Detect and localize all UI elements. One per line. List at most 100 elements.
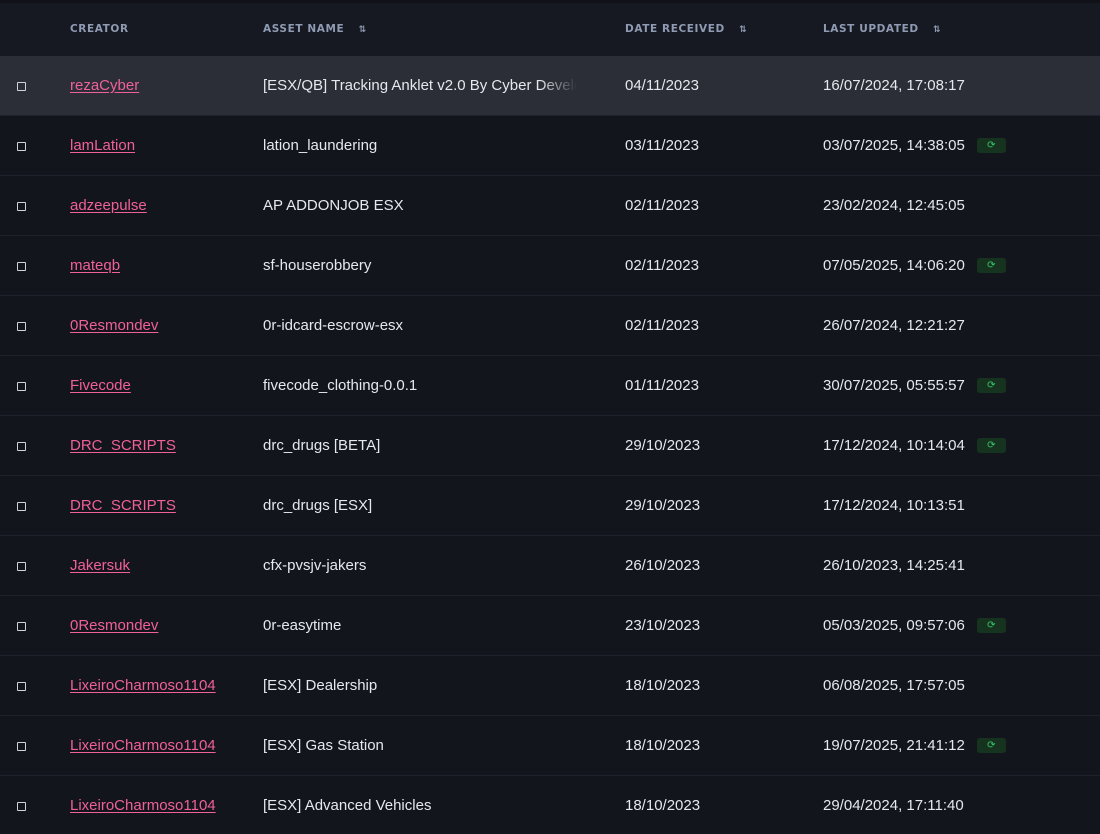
creator-link[interactable]: LixeiroCharmoso1104 [70, 797, 216, 814]
last-updated: 16/07/2024, 17:08:17 [823, 77, 965, 94]
refresh-icon: ⟳ [987, 379, 996, 391]
recent-update-badge: ⟳ [976, 258, 1006, 273]
creator-link[interactable]: LixeiroCharmoso1104 [70, 737, 216, 754]
row-checkbox[interactable] [17, 82, 26, 91]
last-updated: 17/12/2024, 10:14:04 [823, 437, 965, 454]
asset-name: sf-houserobbery [263, 257, 372, 274]
refresh-icon: ⟳ [987, 619, 996, 631]
asset-name: lation_laundering [263, 137, 378, 154]
table-row[interactable]: DRC_SCRIPTS drc_drugs [ESX] 29/10/2023 17/1… [0, 476, 1100, 536]
date-received: 29/10/2023 [625, 437, 701, 454]
asset-name: 0r-idcard-escrow-esx [263, 317, 404, 334]
column-header-last-updated[interactable]: LAST UPDATED ⇅ [823, 23, 940, 35]
table-row[interactable]: adzeepulse AP ADDONJOB ESX 02/11/2023 23/02… [0, 176, 1100, 236]
asset-name: drc_drugs [ESX] [263, 497, 373, 514]
last-updated: 19/07/2025, 21:41:12 [823, 737, 965, 754]
table-row[interactable]: DRC_SCRIPTS drc_drugs [BETA] 29/10/2023 17/… [0, 416, 1100, 476]
table-row[interactable]: rezaCyber [ESX/QB] Tracking Anklet v2.0 B… [0, 56, 1100, 116]
row-checkbox[interactable] [17, 142, 26, 151]
table-row[interactable]: Jakersuk cfx-pvsjv-jakers 26/10/2023 26/10/… [0, 536, 1100, 596]
date-received: 18/10/2023 [625, 737, 701, 754]
creator-link[interactable]: DRC_SCRIPTS [70, 497, 176, 514]
sort-arrows-icon[interactable]: ⇅ [359, 25, 366, 35]
creator-link[interactable]: 0Resmondev [70, 617, 158, 634]
last-updated: 07/05/2025, 14:06:20 [823, 257, 965, 274]
row-checkbox[interactable] [17, 622, 26, 631]
date-received: 01/11/2023 [625, 377, 699, 394]
date-received: 02/11/2023 [625, 257, 699, 274]
creator-link[interactable]: adzeepulse [70, 197, 147, 214]
column-header-asset-name[interactable]: ASSET NAME ⇅ [263, 23, 366, 35]
recent-update-badge: ⟳ [976, 378, 1006, 393]
row-checkbox[interactable] [17, 682, 26, 691]
asset-name: cfx-pvsjv-jakers [263, 557, 367, 574]
row-checkbox[interactable] [17, 442, 26, 451]
creator-link[interactable]: rezaCyber [70, 77, 139, 94]
date-received: 18/10/2023 [625, 797, 701, 814]
table-row[interactable]: LixeiroCharmoso1104 [ESX] Gas Station 18/1… [0, 716, 1100, 776]
table-row[interactable]: LixeiroCharmoso1104 [ESX] Dealership 18/10… [0, 656, 1100, 716]
last-updated-cell: 23/02/2024, 12:45:05 [823, 197, 965, 214]
row-checkbox[interactable] [17, 202, 26, 211]
recent-update-badge: ⟳ [976, 618, 1006, 633]
row-checkbox[interactable] [17, 322, 26, 331]
last-updated-cell: 30/07/2025, 05:55:57 ⟳ [823, 377, 1006, 394]
table-row[interactable]: 0Resmondev 0r-idcard-escrow-esx 02/11/2023… [0, 296, 1100, 356]
creator-link[interactable]: 0Resmondev [70, 317, 158, 334]
table-row[interactable]: lamLation lation_laundering 03/11/2023 03/0… [0, 116, 1100, 176]
last-updated: 26/10/2023, 14:25:41 [823, 557, 965, 574]
last-updated: 26/07/2024, 12:21:27 [823, 317, 965, 334]
column-header-date-received-label: DATE RECEIVED [625, 23, 725, 35]
last-updated-cell: 17/12/2024, 10:13:51 [823, 497, 965, 514]
table-row[interactable]: LixeiroCharmoso1104 [ESX] Advanced Vehicl… [0, 776, 1100, 834]
refresh-icon: ⟳ [987, 739, 996, 751]
creator-link[interactable]: Jakersuk [70, 557, 130, 574]
column-header-last-updated-label: LAST UPDATED [823, 23, 919, 35]
column-header-asset-name-label: ASSET NAME [263, 23, 345, 35]
column-header-date-received[interactable]: DATE RECEIVED ⇅ [625, 23, 747, 35]
row-checkbox[interactable] [17, 262, 26, 271]
creator-link[interactable]: LixeiroCharmoso1104 [70, 677, 216, 694]
last-updated-cell: 07/05/2025, 14:06:20 ⟳ [823, 257, 1006, 274]
asset-name: [ESX/QB] Tracking Anklet v2.0 By Cyber D… [263, 77, 577, 94]
creator-link[interactable]: lamLation [70, 137, 135, 154]
sort-arrows-icon[interactable]: ⇅ [933, 25, 940, 35]
row-checkbox[interactable] [17, 802, 26, 811]
last-updated: 03/07/2025, 14:38:05 [823, 137, 965, 154]
last-updated-cell: 29/04/2024, 17:11:40 [823, 797, 964, 814]
row-checkbox[interactable] [17, 562, 26, 571]
recent-update-badge: ⟳ [976, 138, 1006, 153]
asset-name: [ESX] Dealership [263, 677, 378, 694]
date-received: 26/10/2023 [625, 557, 701, 574]
last-updated: 23/02/2024, 12:45:05 [823, 197, 965, 214]
asset-name: AP ADDONJOB ESX [263, 197, 404, 214]
creator-link[interactable]: mateqb [70, 257, 120, 274]
table-header: CREATOR ASSET NAME ⇅ DATE RECEIVED ⇅ LAS… [0, 3, 1100, 56]
last-updated-cell: 17/12/2024, 10:14:04 ⟳ [823, 437, 1006, 454]
date-received: 29/10/2023 [625, 497, 701, 514]
column-header-creator: CREATOR [70, 23, 129, 35]
row-checkbox[interactable] [17, 502, 26, 511]
last-updated: 17/12/2024, 10:13:51 [823, 497, 965, 514]
asset-name: [ESX] Gas Station [263, 737, 384, 754]
last-updated-cell: 26/07/2024, 12:21:27 [823, 317, 965, 334]
row-checkbox[interactable] [17, 382, 26, 391]
date-received: 02/11/2023 [625, 197, 699, 214]
date-received: 18/10/2023 [625, 677, 701, 694]
recent-update-badge: ⟳ [976, 438, 1006, 453]
last-updated-cell: 05/03/2025, 09:57:06 ⟳ [823, 617, 1006, 634]
last-updated: 29/04/2024, 17:11:40 [823, 797, 964, 814]
refresh-icon: ⟳ [987, 259, 996, 271]
creator-link[interactable]: Fivecode [70, 377, 131, 394]
last-updated-cell: 26/10/2023, 14:25:41 [823, 557, 965, 574]
sort-arrows-icon[interactable]: ⇅ [739, 25, 746, 35]
table-row[interactable]: Fivecode fivecode_clothing-0.0.1 01/11/202… [0, 356, 1100, 416]
asset-name: drc_drugs [BETA] [263, 437, 381, 454]
last-updated-cell: 19/07/2025, 21:41:12 ⟳ [823, 737, 1006, 754]
creator-link[interactable]: DRC_SCRIPTS [70, 437, 176, 454]
table-row[interactable]: mateqb sf-houserobbery 02/11/2023 07/05/202… [0, 236, 1100, 296]
table-row[interactable]: 0Resmondev 0r-easytime 23/10/2023 05/03/202… [0, 596, 1100, 656]
last-updated: 30/07/2025, 05:55:57 [823, 377, 965, 394]
row-checkbox[interactable] [17, 742, 26, 751]
recent-update-badge: ⟳ [976, 738, 1006, 753]
